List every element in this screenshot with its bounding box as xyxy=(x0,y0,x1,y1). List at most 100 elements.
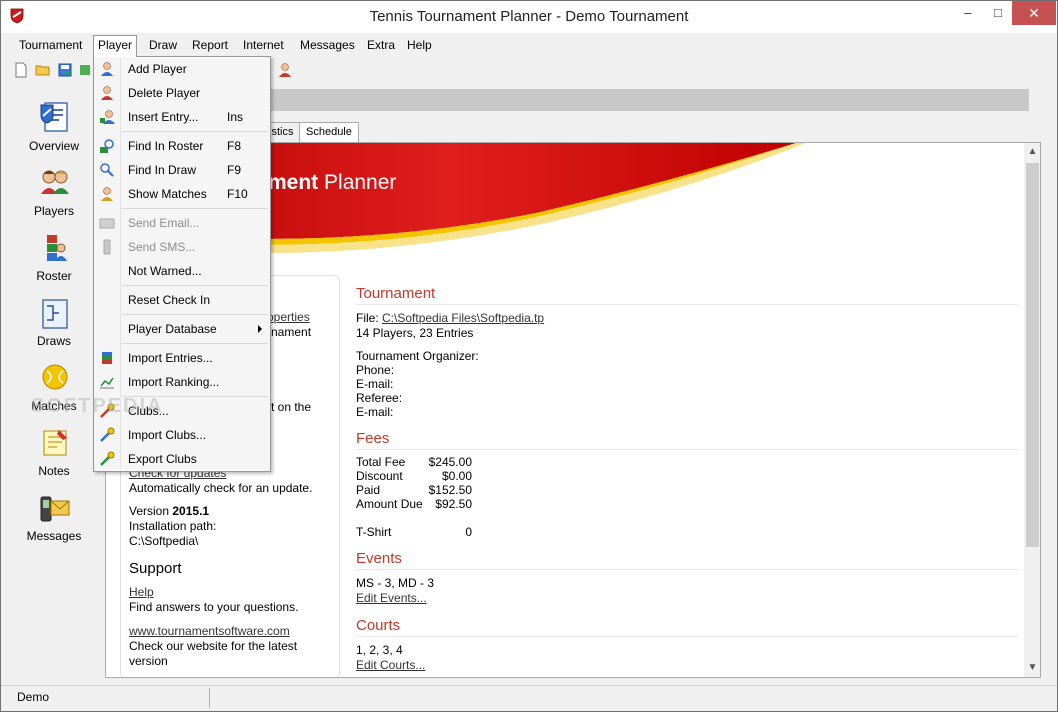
scroll-down-arrow-icon[interactable]: ▼ xyxy=(1024,659,1040,676)
vertical-scrollbar[interactable]: ▲ ▼ xyxy=(1024,143,1040,677)
fee-value-discount: $0.00 xyxy=(441,469,472,483)
sidebar-item-messages[interactable]: Messages xyxy=(9,485,99,549)
sidebar-item-players[interactable]: Players xyxy=(9,160,99,224)
file-path-link[interactable]: C:\Softpedia Files\Softpedia.tp xyxy=(382,311,544,325)
sidebar-item-draws[interactable]: Draws xyxy=(9,290,99,354)
menu-help[interactable]: Help xyxy=(403,36,436,56)
toolbar-player-icon[interactable] xyxy=(277,62,293,78)
menu-item-import-ranking[interactable]: Import Ranking... xyxy=(94,370,270,394)
import-clubs-icon xyxy=(100,427,115,442)
messages-icon xyxy=(40,496,70,522)
menu-separator xyxy=(122,343,268,344)
menu-player[interactable]: Player xyxy=(93,35,138,57)
menu-tournament[interactable]: Tournament xyxy=(15,36,86,56)
scroll-thumb[interactable] xyxy=(1026,163,1039,547)
close-button[interactable]: ✕ xyxy=(1012,1,1056,25)
menu-label: Send SMS... xyxy=(128,240,196,254)
help-link[interactable]: Help xyxy=(129,585,154,599)
sidebar-item-overview[interactable]: Overview xyxy=(9,95,99,159)
auto-check-text: Automatically check for an update. xyxy=(129,481,313,495)
website-description: Check our website for the latest xyxy=(129,639,298,653)
menu-messages[interactable]: Messages xyxy=(296,36,359,56)
menu-extra[interactable]: Extra xyxy=(363,36,399,56)
menu-item-add-player[interactable]: Add Player xyxy=(94,57,270,81)
open-folder-icon[interactable] xyxy=(35,62,51,78)
edit-events-link[interactable]: Edit Events... xyxy=(356,591,427,605)
version-line: Version 2015.1 xyxy=(129,504,209,518)
organizer-label: Tournament Organizer: xyxy=(356,349,479,363)
events-heading: Events xyxy=(356,550,402,567)
overview-icon xyxy=(40,102,68,132)
sidebar-item-notes[interactable]: Notes xyxy=(9,420,99,484)
menu-item-import-entries[interactable]: Import Entries... xyxy=(94,346,270,370)
menu-label: Import Ranking... xyxy=(128,375,220,389)
divider xyxy=(356,569,1018,570)
sidebar-label-overview: Overview xyxy=(28,139,79,153)
export-clubs-icon xyxy=(100,451,115,466)
add-player-icon xyxy=(101,62,113,76)
properties-link[interactable]: operties xyxy=(267,310,310,324)
new-file-icon[interactable] xyxy=(13,62,29,78)
banner-title-bold: ment xyxy=(268,171,319,194)
menu-draw[interactable]: Draw xyxy=(145,36,181,56)
install-path-label: Installation path: xyxy=(129,519,217,533)
menu-label: Not Warned... xyxy=(128,264,202,278)
edit-courts-link[interactable]: Edit Courts... xyxy=(356,658,425,672)
maximize-button[interactable]: □ xyxy=(983,1,1013,25)
version-value: 2015.1 xyxy=(172,504,210,518)
menu-item-player-database[interactable]: Player Database xyxy=(94,317,270,341)
minimize-button[interactable]: – xyxy=(953,1,983,25)
referee-email-label: E-mail: xyxy=(356,405,394,419)
menu-item-find-in-draw[interactable]: Find In Draw F9 xyxy=(94,158,270,182)
sidebar-item-roster[interactable]: Roster xyxy=(9,225,99,289)
menu-item-export-clubs[interactable]: Export Clubs xyxy=(94,447,270,471)
menu-item-import-clubs[interactable]: Import Clubs... xyxy=(94,423,270,447)
envelope-icon xyxy=(99,218,115,229)
courts-summary: 1, 2, 3, 4 xyxy=(356,643,403,657)
menu-item-show-matches[interactable]: Show Matches F10 xyxy=(94,182,270,206)
tab-schedule[interactable]: Schedule xyxy=(299,122,359,142)
website-link[interactable]: www.tournamentsoftware.com xyxy=(129,624,290,638)
file-line: File: C:\Softpedia Files\Softpedia.tp xyxy=(356,311,544,325)
import-ranking-icon xyxy=(100,377,114,389)
status-bar: Demo xyxy=(1,685,1057,711)
events-summary: MS - 3, MD - 3 xyxy=(356,576,435,590)
fee-value-total: $245.00 xyxy=(428,455,472,469)
menu-internet[interactable]: Internet xyxy=(239,36,288,56)
draws-icon xyxy=(42,299,68,329)
notes-icon xyxy=(43,430,67,456)
menu-item-not-warned[interactable]: Not Warned... xyxy=(94,259,270,283)
support-heading: Support xyxy=(129,560,182,577)
install-path: C:\Softpedia\ xyxy=(129,534,199,548)
window-title: Tennis Tournament Planner - Demo Tournam… xyxy=(369,8,689,25)
show-matches-icon xyxy=(101,187,113,201)
softpedia-watermark: SOFTPEDIA xyxy=(31,395,164,417)
title-bar[interactable]: Tennis Tournament Planner - Demo Tournam… xyxy=(1,1,1057,33)
menu-label: Find In Roster xyxy=(128,139,204,153)
menu-item-send-email: Send Email... xyxy=(94,211,270,235)
menu-item-reset-check-in[interactable]: Reset Check In xyxy=(94,288,270,312)
menu-item-delete-player[interactable]: Delete Player xyxy=(94,81,270,105)
on-the-text: t on the xyxy=(271,400,312,414)
menu-item-find-in-roster[interactable]: Find In Roster F8 xyxy=(94,134,270,158)
menu-item-insert-entry[interactable]: Insert Entry... Ins xyxy=(94,105,270,129)
fee-value-paid: $152.50 xyxy=(428,483,472,497)
tshirt-label: T-Shirt xyxy=(356,525,392,539)
tshirt-value: 0 xyxy=(465,525,472,539)
banner-title: ment Planner xyxy=(268,171,396,195)
menu-separator xyxy=(122,208,268,209)
toolbar-tool-icon[interactable] xyxy=(77,62,93,78)
sidebar-label-players: Players xyxy=(33,204,74,218)
menu-item-send-sms: Send SMS... xyxy=(94,235,270,259)
save-icon[interactable] xyxy=(57,62,73,78)
scroll-up-arrow-icon[interactable]: ▲ xyxy=(1024,143,1040,160)
menu-report[interactable]: Report xyxy=(188,36,232,56)
shortcut-f9: F9 xyxy=(227,163,242,177)
sidebar-label-notes: Notes xyxy=(38,464,70,478)
menu-label: Delete Player xyxy=(128,86,201,100)
phone-label: Phone: xyxy=(356,363,395,377)
file-label: File: xyxy=(356,311,379,325)
sidebar-label-messages: Messages xyxy=(26,529,82,543)
players-icon xyxy=(41,170,69,194)
menu-label: Import Entries... xyxy=(128,351,213,365)
